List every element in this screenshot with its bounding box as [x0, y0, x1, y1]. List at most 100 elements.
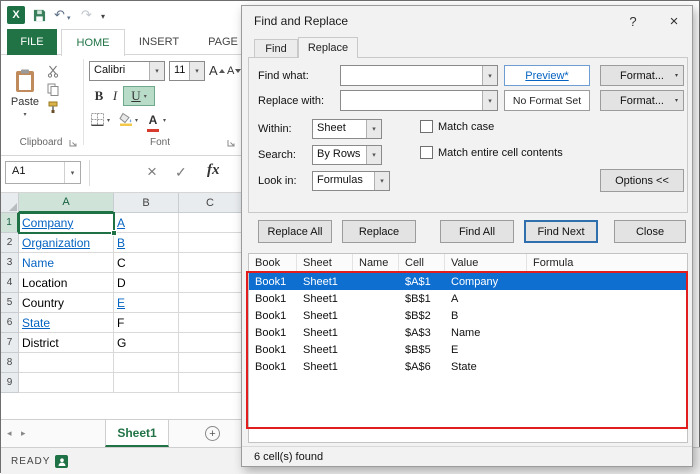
- font-color-dropdown-icon[interactable]: ▾: [163, 117, 166, 124]
- column-header-name[interactable]: Name: [353, 254, 399, 272]
- font-name-combo[interactable]: Calibri ▾: [89, 61, 165, 81]
- result-row[interactable]: Book1 Sheet1 $A$1 Company: [249, 273, 687, 290]
- row-header[interactable]: 8: [1, 353, 19, 373]
- underline-button[interactable]: U ▾: [123, 86, 155, 106]
- look-in-dropdown-icon[interactable]: ▾: [374, 172, 389, 190]
- cell-column-b[interactable]: F: [114, 313, 179, 333]
- column-header-sheet[interactable]: Sheet: [297, 254, 353, 272]
- name-box[interactable]: A1 ▾: [5, 161, 81, 184]
- bold-button[interactable]: B: [91, 87, 107, 105]
- grow-font-button[interactable]: A: [209, 63, 225, 78]
- close-button[interactable]: Close: [614, 220, 686, 243]
- result-row[interactable]: Book1 Sheet1 $B$5 E: [249, 341, 687, 358]
- column-header-b[interactable]: B: [114, 193, 179, 213]
- row-header[interactable]: 9: [1, 373, 19, 393]
- cell-column-c[interactable]: [179, 313, 241, 333]
- result-row[interactable]: Book1 Sheet1 $B$1 A: [249, 290, 687, 307]
- row-header[interactable]: 3: [1, 253, 19, 273]
- replace-with-input[interactable]: ▾: [340, 90, 498, 111]
- column-header-cell[interactable]: Cell: [399, 254, 445, 272]
- font-dialog-launcher-icon[interactable]: [227, 139, 235, 147]
- cell-column-b[interactable]: A: [114, 213, 179, 233]
- row-header[interactable]: 1: [1, 213, 19, 233]
- search-select[interactable]: By Rows ▾: [312, 145, 382, 165]
- find-all-button[interactable]: Find All: [440, 220, 514, 243]
- options-button[interactable]: Options <<: [600, 169, 684, 192]
- font-name-dropdown-icon[interactable]: ▾: [149, 62, 164, 80]
- cell-column-b[interactable]: D: [114, 273, 179, 293]
- search-dropdown-icon[interactable]: ▾: [366, 146, 381, 164]
- tab-insert[interactable]: INSERT: [129, 29, 189, 55]
- accessibility-status-icon[interactable]: [55, 455, 68, 468]
- redo-icon[interactable]: ↷: [81, 8, 92, 21]
- column-header-value[interactable]: Value: [445, 254, 527, 272]
- cell-column-c[interactable]: [179, 353, 241, 373]
- undo-icon[interactable]: ↶: [54, 8, 65, 21]
- look-in-select[interactable]: Formulas ▾: [312, 171, 390, 191]
- column-header-c[interactable]: C: [179, 193, 241, 213]
- cell-column-a[interactable]: Organization: [19, 233, 114, 253]
- cell-column-a[interactable]: District: [19, 333, 114, 353]
- cell-column-c[interactable]: [179, 273, 241, 293]
- borders-dropdown-icon[interactable]: ▾: [107, 117, 110, 124]
- cell-column-b[interactable]: [114, 373, 179, 393]
- close-icon[interactable]: ×: [660, 11, 688, 31]
- shrink-font-button[interactable]: A: [227, 65, 242, 77]
- cell-column-b[interactable]: E: [114, 293, 179, 313]
- sheet-tab-sheet1[interactable]: Sheet1: [105, 420, 169, 447]
- enter-icon[interactable]: ✓: [175, 164, 187, 181]
- cell-column-a[interactable]: Location: [19, 273, 114, 293]
- sheet-nav-left-icon[interactable]: ◂: [7, 428, 12, 439]
- font-size-combo[interactable]: 11 ▾: [169, 61, 205, 81]
- cell-column-a[interactable]: [19, 373, 114, 393]
- cell-column-a[interactable]: State: [19, 313, 114, 333]
- font-size-dropdown-icon[interactable]: ▾: [189, 62, 204, 80]
- cell-column-c[interactable]: [179, 213, 241, 233]
- replace-with-dropdown-icon[interactable]: ▾: [482, 91, 497, 110]
- column-header-book[interactable]: Book: [249, 254, 297, 272]
- within-select[interactable]: Sheet ▾: [312, 119, 382, 139]
- row-header[interactable]: 2: [1, 233, 19, 253]
- column-header-formula[interactable]: Formula: [527, 254, 687, 272]
- cell-column-c[interactable]: [179, 333, 241, 353]
- find-next-button[interactable]: Find Next: [524, 220, 598, 243]
- name-box-dropdown-icon[interactable]: ▾: [64, 162, 80, 183]
- clipboard-dialog-launcher-icon[interactable]: [69, 139, 77, 147]
- cell-column-b[interactable]: B: [114, 233, 179, 253]
- undo-dropdown-icon[interactable]: ▾: [67, 12, 71, 25]
- cut-icon[interactable]: [47, 65, 59, 78]
- find-what-input[interactable]: ▾: [340, 65, 498, 86]
- help-button[interactable]: ?: [618, 11, 648, 31]
- italic-button[interactable]: I: [109, 87, 121, 105]
- fill-color-icon[interactable]: [119, 112, 133, 126]
- result-row[interactable]: Book1 Sheet1 $A$6 State: [249, 358, 687, 375]
- within-dropdown-icon[interactable]: ▾: [366, 120, 381, 138]
- cell-column-c[interactable]: [179, 293, 241, 313]
- result-row[interactable]: Book1 Sheet1 $A$3 Name: [249, 324, 687, 341]
- replace-all-button[interactable]: Replace All: [258, 220, 332, 243]
- tab-replace[interactable]: Replace: [298, 37, 358, 58]
- customize-qat-dropdown-icon[interactable]: ▾: [101, 10, 105, 23]
- cell-column-a[interactable]: Name: [19, 253, 114, 273]
- save-icon[interactable]: [33, 9, 46, 22]
- row-header[interactable]: 7: [1, 333, 19, 353]
- cell-column-b[interactable]: C: [114, 253, 179, 273]
- cell-column-a[interactable]: Country: [19, 293, 114, 313]
- replace-button[interactable]: Replace: [342, 220, 416, 243]
- sheet-nav-right-icon[interactable]: ▸: [21, 428, 26, 439]
- new-sheet-button[interactable]: +: [205, 426, 220, 441]
- format-painter-icon[interactable]: [47, 101, 59, 114]
- row-header[interactable]: 4: [1, 273, 19, 293]
- excel-logo-icon[interactable]: X: [7, 6, 25, 24]
- match-case-checkbox[interactable]: Match case: [420, 120, 494, 133]
- tab-file[interactable]: FILE: [7, 29, 57, 55]
- find-what-dropdown-icon[interactable]: ▾: [482, 66, 497, 85]
- tab-find[interactable]: Find: [254, 39, 298, 57]
- row-header[interactable]: 6: [1, 313, 19, 333]
- paste-button[interactable]: Paste ▾: [7, 59, 43, 127]
- find-format-button[interactable]: Format... ▾: [600, 65, 684, 86]
- cell-column-c[interactable]: [179, 373, 241, 393]
- cell-column-c[interactable]: [179, 233, 241, 253]
- cell-column-b[interactable]: G: [114, 333, 179, 353]
- row-header[interactable]: 5: [1, 293, 19, 313]
